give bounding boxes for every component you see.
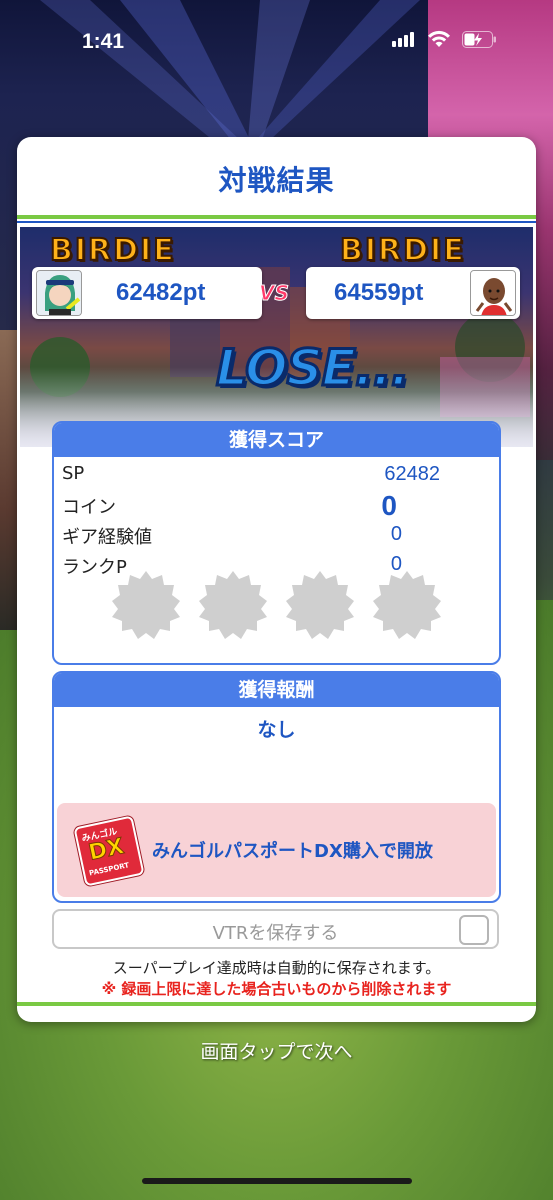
earned-score-panel: 獲得スコア SP 62482 コイン 0 ギア経験値 0 ランクP 0 <box>52 421 501 665</box>
empty-badge-icon <box>112 571 180 639</box>
score-row: ギア経験値 0 <box>62 523 492 553</box>
opponent-score: 64559pt <box>334 279 424 306</box>
birdie-badge-opponent: BIRDIE <box>339 232 466 269</box>
cellular-signal-icon <box>392 31 418 47</box>
result-lose-text: LOSE... <box>215 338 412 399</box>
tap-to-continue-text[interactable]: 画面タップで次へ <box>0 1037 553 1064</box>
score-label: ギア経験値 <box>62 527 152 548</box>
status-time: 1:41 <box>82 30 125 53</box>
home-indicator[interactable] <box>142 1178 412 1184</box>
result-banner: BIRDIE BIRDIE 62482pt VS 64559pt LOSE... <box>20 227 533 447</box>
score-label: SP <box>62 463 85 484</box>
passport-dx-unlock-button[interactable]: みんゴル DX PASSPORT みんゴルパスポートDX購入で開放 <box>57 803 496 897</box>
score-value: 0 <box>390 523 402 545</box>
score-label: コイン <box>62 497 116 518</box>
recording-limit-warning: ※ 録画上限に達した場合古いものから削除されます <box>101 980 452 998</box>
divider <box>17 1002 536 1006</box>
reward-none-text: なし <box>257 719 296 741</box>
save-vtr-button[interactable]: VTRを保存する <box>52 909 499 949</box>
player-score-card: 62482pt <box>32 267 262 319</box>
vs-label: VS <box>259 281 290 306</box>
status-bar: 1:41 <box>0 0 553 80</box>
birdie-badge-player: BIRDIE <box>49 232 176 269</box>
empty-badge-icon <box>373 571 441 639</box>
auto-save-note: スーパープレイ達成時は自動的に保存されます。 <box>112 959 441 977</box>
score-value: 62482 <box>384 463 440 485</box>
earned-reward-title: 獲得報酬 <box>54 673 499 707</box>
divider <box>17 215 536 219</box>
passport-dx-label: みんゴルパスポートDX購入で開放 <box>152 841 433 862</box>
wifi-icon <box>428 30 450 47</box>
opponent-score-card: 64559pt <box>306 267 520 319</box>
divider <box>17 221 536 223</box>
score-row: コイン 0 <box>62 490 492 523</box>
battle-result-dialog: 対戦結果 BIRDIE BIRDIE 62482pt VS 64559pt LO… <box>17 137 536 1022</box>
save-vtr-label: VTRを保存する <box>212 923 339 944</box>
dialog-title: 対戦結果 <box>218 164 335 197</box>
empty-badge-icon <box>199 571 267 639</box>
player-avatar <box>36 270 82 316</box>
battery-charging-icon <box>462 31 496 48</box>
save-vtr-checkbox[interactable] <box>459 915 489 945</box>
opponent-avatar <box>470 270 516 316</box>
score-row: SP 62482 <box>62 463 492 493</box>
empty-badge-icon <box>286 571 354 639</box>
passport-dx-icon: みんゴル DX PASSPORT <box>73 815 145 887</box>
earned-score-title: 獲得スコア <box>54 423 499 457</box>
score-value: 0 <box>381 490 397 521</box>
player-score: 62482pt <box>116 279 206 306</box>
earned-reward-panel: 獲得報酬 なし みんゴル DX PASSPORT みんゴルパスポートDX購入で開… <box>52 671 501 903</box>
